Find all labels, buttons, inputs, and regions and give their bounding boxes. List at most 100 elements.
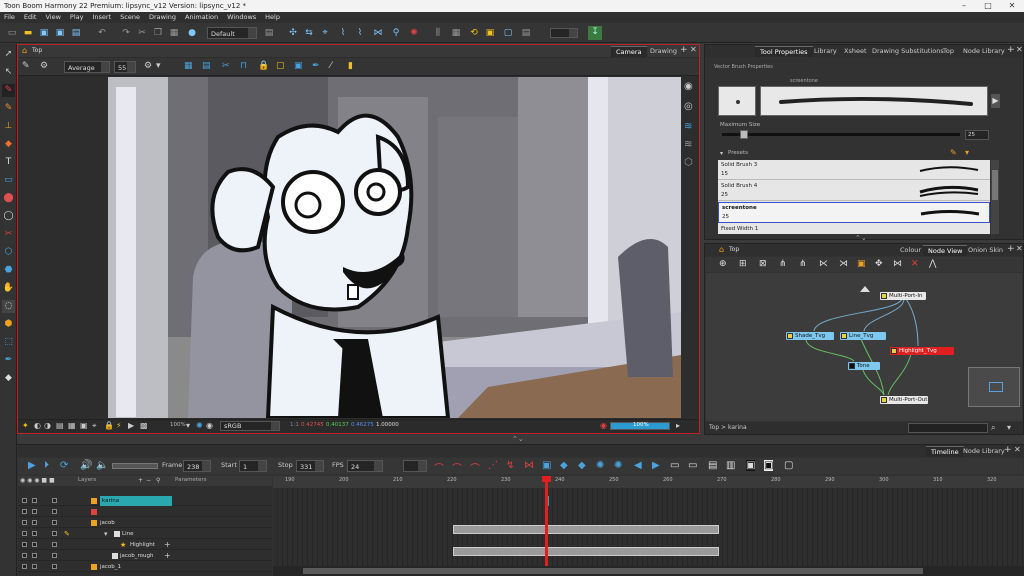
transform-tool-icon[interactable]: ⬚ (2, 336, 15, 349)
colour-settings-icon[interactable]: ◉ (206, 421, 213, 430)
camera-breadcrumb[interactable]: Top (32, 47, 42, 54)
bake-icon[interactable]: ↧ (588, 26, 602, 40)
onion-skin-icon[interactable]: ◐ (34, 421, 41, 430)
node-graph-canvas[interactable]: Multi-Port-In Shade_Tvg Line_Tvg Highlig… (706, 273, 1022, 421)
menu-windows[interactable]: Windows (227, 12, 256, 23)
paste-icon[interactable]: ▦ (168, 27, 180, 39)
play-icon[interactable]: ▶ (128, 421, 134, 430)
menu-edit[interactable]: Edit (24, 12, 37, 23)
node-deform-icon[interactable]: ⋀ (929, 259, 936, 269)
rotate-view-icon[interactable]: ⟲ (468, 27, 480, 39)
lasso-icon[interactable]: ◌ (2, 300, 15, 313)
zoom-level[interactable]: 100% (170, 422, 186, 428)
node-connect-icon[interactable]: ⋈ (893, 259, 902, 269)
tab-node-library[interactable]: Node Library (958, 46, 1010, 57)
play-button[interactable]: ▶ (28, 460, 36, 471)
layers-alt-icon[interactable]: ≋ (684, 139, 692, 150)
fps-field[interactable]: 24 (347, 460, 383, 472)
copy-icon[interactable]: ❐ (152, 27, 164, 39)
layer-row[interactable] (18, 507, 272, 517)
layer-lock-icon[interactable] (52, 520, 57, 525)
layer-lock-icon[interactable] (52, 553, 57, 558)
safe-area-toggle-icon[interactable]: ▣ (80, 421, 88, 430)
timeline-frames[interactable]: 190 200 210 220 230 240 250 260 270 280 … (273, 476, 1024, 576)
layer-visibility-icon[interactable] (22, 531, 27, 536)
presets-toggle-icon[interactable]: ▾ (720, 150, 723, 157)
line-node[interactable]: Line_Tvg (840, 332, 886, 340)
sound-scrub-icon[interactable]: 🔈 (96, 460, 108, 471)
cube-icon[interactable]: ⬡ (684, 157, 693, 168)
layer-visibility-icon[interactable] (22, 542, 27, 547)
home-icon[interactable]: ⌂ (22, 46, 27, 55)
pressure-icon[interactable]: ▮ (348, 61, 353, 71)
layer-solo-icon[interactable] (32, 498, 37, 503)
stroke-icon[interactable]: ⁄ (330, 61, 332, 71)
remove-layer-icon[interactable]: − (146, 477, 151, 484)
node-group-icon[interactable]: ⊞ (739, 259, 747, 269)
add-panel-icon[interactable]: + (1007, 45, 1015, 55)
preset-menu-icon[interactable]: ▾ (965, 148, 969, 157)
menu-play[interactable]: Play (70, 12, 84, 23)
node-home-icon[interactable]: ⌂ (719, 245, 724, 254)
loop-icon[interactable]: ⟳ (60, 460, 68, 471)
peg-icon[interactable]: ⌖ (319, 27, 331, 39)
layer-solo-icon[interactable] (32, 553, 37, 558)
save-as-icon[interactable]: ▣ (54, 27, 66, 39)
stamp-icon[interactable]: ⊥ (2, 120, 15, 133)
colour-wheel-icon[interactable]: ✺ (196, 421, 203, 430)
multi-port-out-node[interactable]: Multi-Port-Out (880, 396, 928, 404)
view-eye-icon[interactable]: ◉ (684, 81, 693, 92)
maximum-size-slider-thumb[interactable] (740, 130, 749, 139)
presets-scrollbar-thumb[interactable] (992, 170, 998, 200)
stop-field[interactable]: 331 (296, 460, 324, 472)
frame-ruler[interactable] (273, 476, 1024, 488)
auto-close-icon[interactable]: ⊓ (240, 61, 247, 71)
add-sublayer-icon[interactable]: + (164, 540, 171, 550)
ease-icon[interactable]: ⌒ (434, 460, 444, 475)
layer-solo-icon[interactable] (32, 564, 37, 569)
stop-motion-icon[interactable]: ⋈ (524, 460, 534, 471)
timeline-scrollbar-thumb[interactable] (303, 568, 923, 574)
interpolation-select[interactable] (403, 460, 427, 472)
tone-node[interactable]: Tone (848, 362, 880, 370)
shape-icon[interactable]: ⬤ (2, 192, 15, 205)
layer-props-icon[interactable]: ⚲ (156, 477, 160, 484)
layer-visibility-icon[interactable] (22, 509, 27, 514)
insert-frame-icon[interactable]: ▭ (670, 460, 679, 471)
pivot-icon[interactable]: ⬢ (2, 318, 15, 331)
exposure-block-jacob-rough[interactable] (453, 547, 719, 556)
timeline-scrollbar[interactable] (273, 566, 1024, 576)
onion-next-icon[interactable]: ▶ (652, 460, 660, 471)
tab-node-library-timeline[interactable]: Node Library (958, 446, 1010, 457)
colour-lock-icon[interactable]: ▢ (276, 61, 285, 71)
cut-icon[interactable]: ✂ (136, 27, 148, 39)
keyframe-delete-icon[interactable]: ✺ (614, 460, 622, 471)
layer-lock-icon[interactable] (52, 564, 57, 569)
contour-icon[interactable]: ↖ (2, 66, 15, 79)
cutter-icon[interactable]: ✂ (2, 228, 15, 241)
layer-toggle-icons[interactable]: ◉ ◉ ◉ ■ ■ (20, 477, 55, 484)
search-icon[interactable]: ⌕ (991, 423, 995, 433)
brush-mode-select[interactable]: Average (64, 61, 110, 73)
node-branch-icon[interactable]: ⋔ (799, 259, 807, 269)
onion-prev-icon[interactable]: ◀ (634, 460, 642, 471)
node-navigator-minimap[interactable] (968, 367, 1020, 407)
more-options-icon[interactable]: ▾ (156, 61, 161, 71)
camera-mask-icon[interactable]: ▢ (502, 27, 514, 39)
exposure-block-line[interactable] (453, 525, 719, 534)
matte-icon[interactable]: ◑ (44, 421, 51, 430)
slider-arrow-icon[interactable]: ▸ (676, 421, 680, 430)
start-field[interactable]: 1 (239, 460, 267, 472)
presets-scrollbar[interactable] (991, 160, 999, 234)
extend-exposure-icon[interactable]: ▤ (708, 460, 717, 471)
tab-top[interactable]: Top (938, 46, 959, 57)
menu-animation[interactable]: Animation (185, 12, 218, 23)
settings-gear-icon[interactable]: ⚙ (40, 61, 48, 71)
hand-icon[interactable]: ✋ (2, 282, 15, 295)
table-icon[interactable]: ▤ (202, 61, 211, 71)
perspective-icon[interactable]: ⬡ (2, 246, 15, 259)
skeleton-icon[interactable]: ⚲ (390, 27, 402, 39)
maximum-size-field[interactable]: 25 (965, 130, 989, 140)
node-peg-icon[interactable]: ⊕ (719, 259, 727, 269)
eraser-icon[interactable]: ◆ (2, 138, 15, 151)
